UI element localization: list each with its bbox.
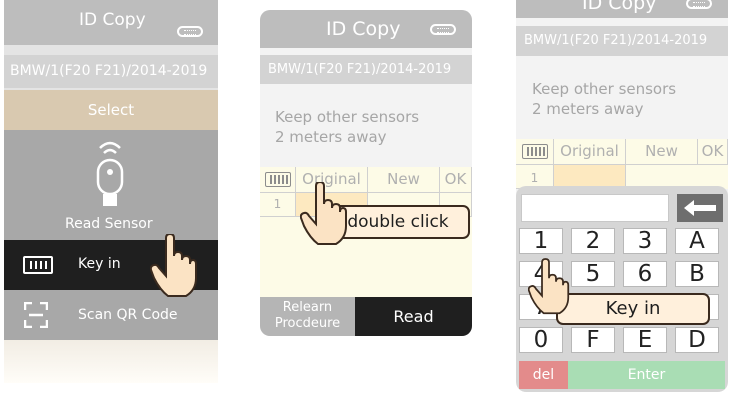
screen-title: ID Copy: [326, 18, 401, 40]
id-input-field[interactable]: [521, 194, 669, 222]
header-ok: OK: [440, 167, 472, 193]
footer-area: [4, 340, 218, 383]
instruction-text: Keep other sensors 2 meters away: [532, 79, 676, 119]
instruction-line-2: 2 meters away: [275, 128, 387, 146]
hand-pointer-icon: [528, 258, 570, 315]
read-button[interactable]: Read: [355, 297, 472, 336]
screen-id-copy-read: ID Copy BMW/1(F20 F21)/2014-2019 Keep ot…: [260, 10, 472, 336]
key-f[interactable]: F: [571, 327, 615, 353]
vehicle-label: BMW/1(F20 F21)/2014-2019: [260, 55, 472, 84]
row-index: 1: [260, 193, 296, 217]
key-3[interactable]: 3: [623, 228, 667, 254]
keyboard-icon: [265, 172, 291, 187]
header: ID Copy: [516, 0, 728, 18]
scan-qr-label: Scan QR Code: [78, 307, 178, 323]
key-e[interactable]: E: [623, 327, 667, 353]
header-new: New: [626, 139, 698, 165]
key-2[interactable]: 2: [571, 228, 615, 254]
keyboard-cell[interactable]: [260, 167, 296, 193]
hand-pointer-icon: [300, 182, 347, 245]
relearn-line-2: Procdeure: [274, 316, 341, 331]
key-in-callout: Key in: [556, 293, 710, 325]
vehicle-label: BMW/1(F20 F21)/2014-2019: [516, 26, 728, 56]
del-button[interactable]: del: [519, 361, 568, 389]
relearn-line-1: Relearn: [282, 300, 333, 315]
obd-icon: [177, 26, 203, 37]
keyboard-icon: [522, 144, 548, 159]
header-original: Original: [554, 139, 626, 165]
key-a[interactable]: A: [675, 228, 719, 254]
screen-id-copy-keypad: ID Copy BMW/1(F20 F21)/2014-2019 Keep ot…: [516, 0, 728, 392]
key-0[interactable]: 0: [519, 327, 563, 353]
instruction-line-1: Keep other sensors: [532, 80, 677, 98]
instruction-line-2: 2 meters away: [532, 100, 644, 118]
header: ID Copy: [260, 10, 472, 48]
backspace-button[interactable]: [677, 194, 723, 222]
header: ID Copy: [4, 0, 218, 45]
relearn-procedure-button[interactable]: Relearn Procdeure: [260, 297, 355, 336]
vehicle-label: BMW/1(F20 F21)/2014-2019: [4, 55, 218, 88]
header-new: New: [368, 167, 440, 193]
header-ok: OK: [698, 139, 728, 165]
key-5[interactable]: 5: [571, 261, 615, 287]
key-d[interactable]: D: [675, 327, 719, 353]
backspace-arrow-icon: [684, 200, 716, 216]
instruction-line-1: Keep other sensors: [275, 108, 420, 126]
keyboard-icon: [23, 256, 53, 274]
sensor-table: Original New OK 1: [516, 139, 728, 189]
instruction-text: Keep other sensors 2 meters away: [275, 107, 419, 147]
qr-scan-icon: [24, 302, 48, 328]
key-in-label: Key in: [78, 256, 121, 272]
key-6[interactable]: 6: [623, 261, 667, 287]
select-bar: Select: [4, 90, 218, 130]
obd-icon: [686, 0, 712, 9]
enter-button[interactable]: Enter: [568, 361, 725, 389]
screen-title: ID Copy: [582, 0, 657, 14]
hand-pointer-icon: [150, 234, 197, 297]
sensor-icon: [96, 141, 124, 206]
read-sensor-button[interactable]: Read Sensor: [4, 130, 218, 240]
obd-icon: [430, 24, 456, 35]
screen-title: ID Copy: [79, 10, 146, 30]
keyboard-cell[interactable]: [516, 139, 554, 165]
screen-select-method: ID Copy BMW/1(F20 F21)/2014-2019 Select …: [4, 0, 218, 383]
key-b[interactable]: B: [675, 261, 719, 287]
key-1[interactable]: 1: [519, 228, 563, 254]
read-sensor-label: Read Sensor: [65, 216, 153, 232]
